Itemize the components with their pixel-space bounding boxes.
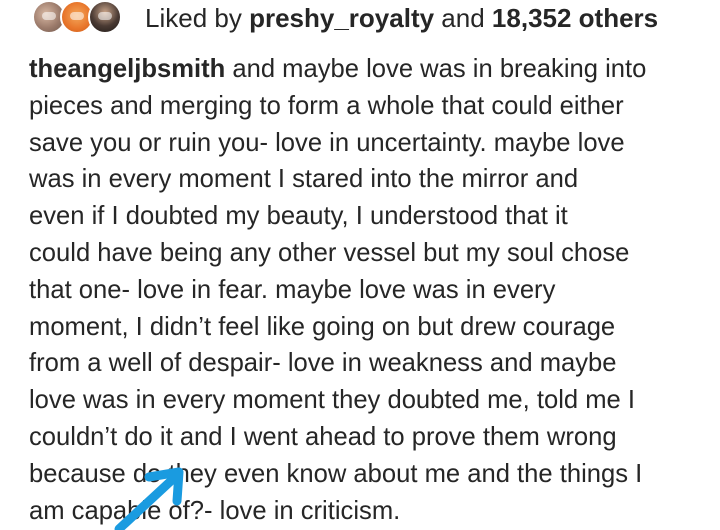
arrow-annotation-icon: [114, 467, 184, 530]
liked-by-text[interactable]: Liked by preshy_royalty and 18,352 other…: [145, 3, 658, 33]
caption-line: couldn’t do it and I went ahead to prove…: [29, 422, 617, 451]
post-caption: theangeljbsmith and maybe love was in br…: [29, 51, 709, 529]
arrow-shaft: [114, 474, 178, 530]
caption-line: from a well of despair- love in weakness…: [29, 349, 617, 378]
liker-avatars[interactable]: [32, 0, 136, 34]
caption-line: save you or ruin you- love in uncertaint…: [29, 128, 625, 157]
caption-line: could have being any other vessel but my…: [29, 238, 630, 267]
caption-line: theangeljbsmith and maybe love was in br…: [29, 51, 709, 88]
caption-username[interactable]: theangeljbsmith: [29, 55, 225, 83]
avatar-image: [42, 12, 56, 20]
caption-line: pieces and merging to form a whole that …: [29, 91, 624, 120]
likes-row: Liked by preshy_royalty and 18,352 other…: [0, 0, 720, 38]
avatar-image: [98, 12, 112, 20]
caption-line: was in every moment I stared into the mi…: [29, 165, 579, 194]
caption-line: moment, I didn’t feel like going on but …: [29, 312, 616, 341]
caption-line: love was in every moment they doubted me…: [29, 386, 636, 415]
liked-by-prefix: Liked by: [145, 3, 242, 33]
liked-by-conjunction: and: [441, 3, 485, 33]
likes-count[interactable]: 18,352 others: [492, 3, 658, 33]
caption-text: and maybe love was in breaking into: [225, 55, 647, 83]
liked-by-username[interactable]: preshy_royalty: [249, 3, 434, 33]
caption-line: even if I doubted my beauty, I understoo…: [29, 202, 568, 231]
avatar-image: [70, 12, 84, 20]
avatar[interactable]: [88, 0, 122, 34]
caption-line: that one- love in fear. maybe love was i…: [29, 275, 556, 304]
